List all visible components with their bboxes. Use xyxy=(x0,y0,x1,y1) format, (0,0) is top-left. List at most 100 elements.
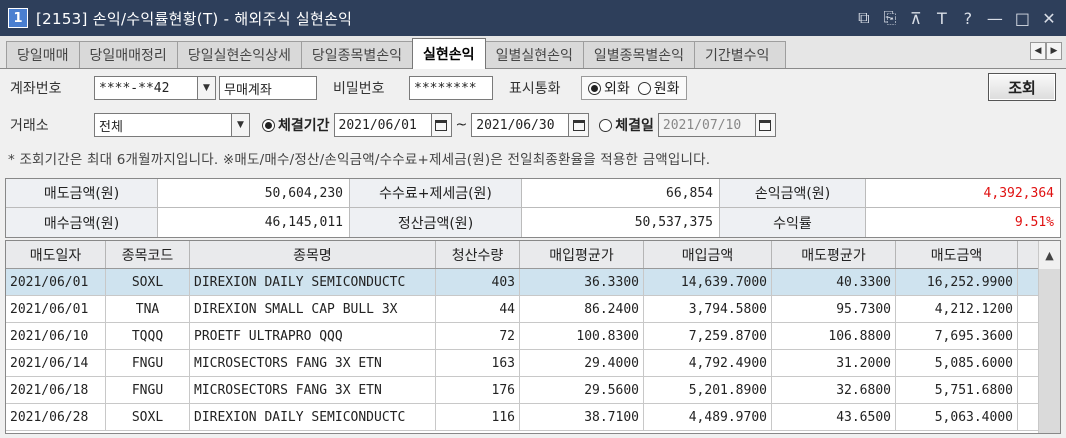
cell-stock-name: DIREXION DAILY SEMICONDUCTC xyxy=(190,404,436,430)
account-input[interactable]: ****-**42 xyxy=(94,76,198,100)
cell-sell-amount: 4,212.1200 xyxy=(896,296,1018,322)
tab-scroll-arrows: ◀ ▶ xyxy=(1030,42,1062,60)
col-sell-date[interactable]: 매도일자 xyxy=(6,241,106,268)
exec-day-input: 2021/07/10 xyxy=(657,113,756,137)
cell-sell-avg: 95.7300 xyxy=(772,296,896,322)
cell-sell-amount: 16,252.9900 xyxy=(896,269,1018,295)
col-sell-amount[interactable]: 매도금액 xyxy=(896,241,1018,268)
calendar-icon[interactable] xyxy=(569,113,590,137)
date-to-input[interactable]: 2021/06/30 xyxy=(471,113,570,137)
currency-radio-group: 외화 원화 xyxy=(581,76,687,100)
query-button[interactable]: 조회 xyxy=(988,73,1056,101)
scroll-up-icon[interactable]: ▲ xyxy=(1039,241,1060,269)
table-row[interactable]: 2021/06/28 SOXL DIREXION DAILY SEMICONDUCT… xyxy=(6,404,1060,431)
col-sell-avg[interactable]: 매도평균가 xyxy=(772,241,896,268)
cell-sell-date: 2021/06/10 xyxy=(6,323,106,349)
summary-panel: 매도금액(원) 50,604,230 수수료+제세금(원) 66,854 손익금… xyxy=(5,178,1061,238)
cell-stock-name: DIREXION DAILY SEMICONDUCTC xyxy=(190,269,436,295)
maximize-icon[interactable]: □ xyxy=(1015,9,1030,28)
cell-stock-name: MICROSECTORS FANG 3X ETN xyxy=(190,377,436,403)
exchange-dropdown-icon[interactable]: ▼ xyxy=(232,113,250,137)
table-row[interactable]: 2021/06/10 TQQQ PROETF ULTRAPRO QQQ 72 100.8… xyxy=(6,323,1060,350)
cell-sell-date: 2021/06/01 xyxy=(6,296,106,322)
calendar-icon[interactable] xyxy=(431,113,452,137)
cell-qty: 176 xyxy=(436,377,520,403)
close-icon[interactable]: ✕ xyxy=(1042,9,1056,28)
cell-buy-avg: 86.2400 xyxy=(520,296,644,322)
cell-qty: 116 xyxy=(436,404,520,430)
exchange-select[interactable]: 전체 xyxy=(94,113,232,137)
cell-sell-avg: 43.6500 xyxy=(772,404,896,430)
currency-won-radio[interactable]: 원화 xyxy=(637,78,680,98)
cell-ticker: TNA xyxy=(106,296,190,322)
sell-amount-label: 매도금액(원) xyxy=(6,179,158,207)
grid-header: 매도일자 종목코드 종목명 청산수량 매입평균가 매입금액 매도평균가 매도금액 xyxy=(6,241,1060,269)
pin-icon[interactable]: ⊼ xyxy=(909,9,923,28)
buy-amount-label: 매수금액(원) xyxy=(6,208,158,237)
tab-today-trade-summary[interactable]: 당일매매정리 xyxy=(78,41,178,68)
restore-layout-icon[interactable]: ⧉ xyxy=(857,8,871,28)
minimize-icon[interactable]: — xyxy=(987,9,1003,28)
cell-buy-amount: 7,259.8700 xyxy=(644,323,772,349)
buy-amount-value: 46,145,011 xyxy=(158,208,350,237)
window-number-badge[interactable]: 1 xyxy=(8,8,28,28)
cell-stock-name: MICROSECTORS FANG 3X ETN xyxy=(190,350,436,376)
account-name-field: 무매계좌 xyxy=(219,76,317,100)
cell-sell-avg: 106.8800 xyxy=(772,323,896,349)
font-size-icon[interactable]: T xyxy=(935,9,949,28)
tab-today-trades[interactable]: 당일매매 xyxy=(6,41,80,68)
exec-day-radio[interactable]: 체결일 xyxy=(599,115,654,135)
cell-buy-amount: 4,792.4900 xyxy=(644,350,772,376)
table-row[interactable]: 2021/06/14 FNGU MICROSECTORS FANG 3X ETN 16… xyxy=(6,350,1060,377)
cell-ticker: SOXL xyxy=(106,269,190,295)
tab-realized-pnl[interactable]: 실현손익 xyxy=(412,38,486,69)
notice-text: * 조회기간은 최대 6개월까지입니다. ※매도/매수/정산/손익금액/수수료+… xyxy=(8,152,711,168)
currency-foreign-radio[interactable]: 외화 xyxy=(588,78,630,98)
cell-qty: 44 xyxy=(436,296,520,322)
col-qty[interactable]: 청산수량 xyxy=(436,241,520,268)
tab-daily-realized[interactable]: 일별실현손익 xyxy=(484,41,584,68)
grid-body: 2021/06/01 SOXL DIREXION DAILY SEMICONDUCT… xyxy=(6,269,1060,431)
window-title: [2153] 손익/수익률현황(T) - 해외주식 실현손익 xyxy=(36,9,353,28)
scroll-track[interactable] xyxy=(1039,269,1060,433)
col-ticker[interactable]: 종목코드 xyxy=(106,241,190,268)
table-row[interactable]: 2021/06/01 TNA DIREXION SMALL CAP BULL 3X 4… xyxy=(6,296,1060,323)
cell-sell-date: 2021/06/14 xyxy=(6,350,106,376)
currency-label: 표시통화 xyxy=(509,81,561,97)
copy-window-icon[interactable]: ⎘ xyxy=(883,8,897,28)
summary-row-sell: 매도금액(원) 50,604,230 수수료+제세금(원) 66,854 손익금… xyxy=(6,179,1060,208)
period-row: 거래소 전체 ▼ 체결기간 2021/06/01 ~ 2021/06/30 체결… xyxy=(0,110,1066,140)
tab-period-return[interactable]: 기간별수익 xyxy=(694,41,787,68)
table-row[interactable]: 2021/06/18 FNGU MICROSECTORS FANG 3X ETN 17… xyxy=(6,377,1060,404)
tab-prev-icon[interactable]: ◀ xyxy=(1030,42,1046,60)
grid-scrollbar[interactable]: ▲ xyxy=(1038,241,1060,433)
table-row[interactable]: 2021/06/01 SOXL DIREXION DAILY SEMICONDUCT… xyxy=(6,269,1060,296)
col-stock-name[interactable]: 종목명 xyxy=(190,241,436,268)
tab-today-realized-detail[interactable]: 당일실현손익상세 xyxy=(176,41,302,68)
fee-tax-value: 66,854 xyxy=(522,179,720,207)
cell-stock-name: DIREXION SMALL CAP BULL 3X xyxy=(190,296,436,322)
account-row: 계좌번호 ****-**42 ▼ 무매계좌 비밀번호 ******** 표시통화… xyxy=(0,73,1066,103)
radio-checked-icon xyxy=(262,118,275,132)
exec-period-radio[interactable]: 체결기간 xyxy=(262,115,330,135)
col-buy-amount[interactable]: 매입금액 xyxy=(644,241,772,268)
exchange-label: 거래소 xyxy=(10,118,49,134)
radio-unchecked-icon xyxy=(599,118,613,132)
col-buy-avg[interactable]: 매입평균가 xyxy=(520,241,644,268)
account-dropdown-icon[interactable]: ▼ xyxy=(198,76,216,100)
tab-daily-by-stock[interactable]: 일별종목별손익 xyxy=(582,41,696,68)
tab-next-icon[interactable]: ▶ xyxy=(1046,42,1062,60)
tab-bar: 당일매매 당일매매정리 당일실현손익상세 당일종목별손익 실현손익 일별실현손익… xyxy=(0,36,1066,69)
radio-unchecked-icon xyxy=(637,81,651,95)
date-from-input[interactable]: 2021/06/01 xyxy=(333,113,432,137)
help-icon[interactable]: ? xyxy=(961,9,975,28)
password-input[interactable]: ******** xyxy=(409,76,493,100)
cell-buy-avg: 29.4000 xyxy=(520,350,644,376)
tab-today-by-stock[interactable]: 당일종목별손익 xyxy=(300,41,414,68)
cell-sell-date: 2021/06/28 xyxy=(6,404,106,430)
cell-ticker: SOXL xyxy=(106,404,190,430)
cell-sell-avg: 40.3300 xyxy=(772,269,896,295)
settle-label: 정산금액(원) xyxy=(350,208,522,237)
fee-tax-label: 수수료+제세금(원) xyxy=(350,179,522,207)
cell-sell-avg: 32.6800 xyxy=(772,377,896,403)
